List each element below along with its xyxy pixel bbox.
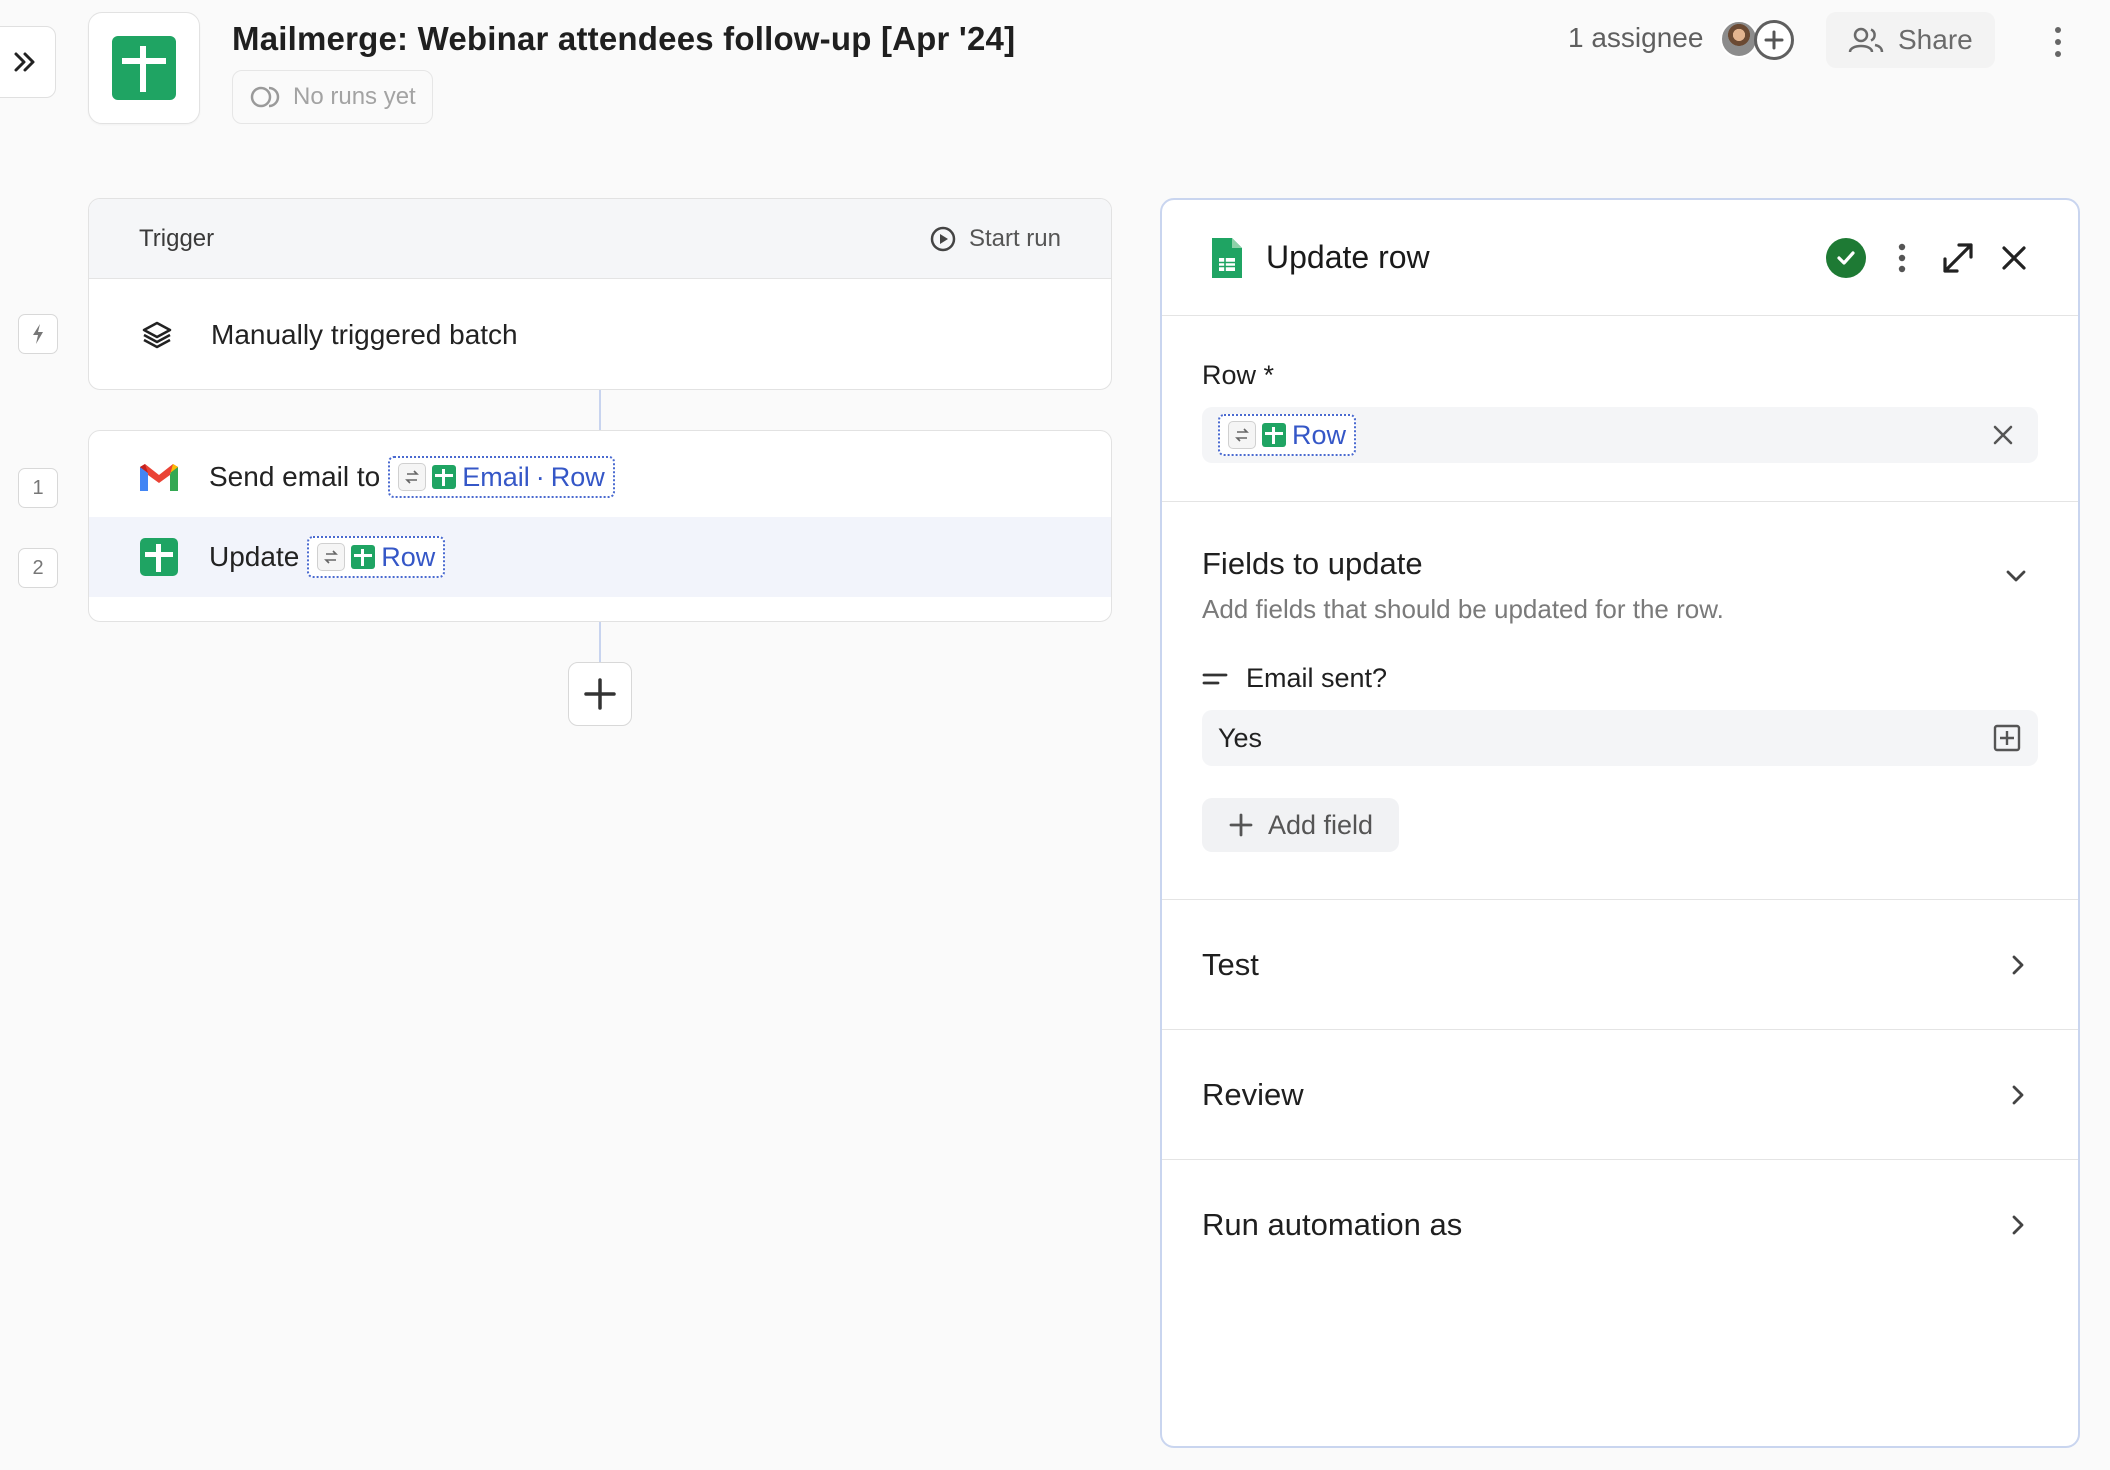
check-circle-icon — [1826, 237, 1866, 278]
test-section[interactable]: Test — [1162, 900, 2078, 1030]
add-field-button[interactable]: Add field — [1202, 798, 1400, 852]
token-source: Row — [550, 461, 605, 492]
fields-section-title: Fields to update — [1202, 546, 1423, 581]
trigger-header: Trigger Start run — [89, 199, 1111, 279]
swap-icon — [1228, 421, 1256, 449]
token-separator: · — [535, 461, 545, 492]
row-field-label: Row * — [1202, 360, 1275, 390]
close-icon — [2002, 245, 2026, 270]
chevron-right-icon — [2012, 955, 2024, 974]
more-icon — [2055, 27, 2061, 33]
step-action-label: Update — [209, 541, 300, 572]
row-token[interactable]: Row — [1218, 414, 1357, 456]
insert-variable-icon[interactable] — [1992, 723, 2022, 753]
panel-title: Update row — [1266, 239, 1430, 275]
more-options-button[interactable] — [2040, 22, 2076, 62]
google-sheets-icon — [1262, 423, 1286, 447]
token-field: Email — [462, 461, 530, 492]
row-token[interactable]: Row — [307, 536, 446, 578]
field-email-sent-input[interactable]: Yes — [1202, 710, 2038, 766]
add-step-button[interactable] — [568, 662, 632, 726]
fields-section-description: Add fields that should be updated for th… — [1202, 594, 1724, 624]
trigger-step-badge — [18, 314, 58, 354]
chevron-right-icon — [2012, 1085, 2024, 1104]
gmail-icon — [137, 455, 181, 499]
avatar[interactable] — [1720, 20, 1758, 58]
step-update-row[interactable]: Update Row — [89, 517, 1111, 597]
email-row-token[interactable]: Email · Row — [388, 456, 615, 498]
add-assignee-button[interactable] — [1754, 20, 1794, 60]
expand-panel-button[interactable] — [1934, 234, 1982, 282]
google-sheets-icon — [137, 535, 181, 579]
text-field-icon — [1202, 673, 1228, 684]
step-valid-status — [1822, 234, 1870, 282]
fields-to-update-section: Fields to update Add fields that should … — [1162, 502, 2078, 900]
close-panel-button[interactable] — [1990, 234, 2038, 282]
expand-icon — [1943, 242, 1973, 273]
more-vertical-icon — [1898, 243, 1906, 272]
field-value: Yes — [1218, 722, 1263, 753]
step-details-panel: Update row Row * Row Fields to update Ad… — [1160, 198, 2080, 1448]
trigger-name: Manually triggered batch — [211, 319, 518, 350]
share-button[interactable]: Share — [1826, 12, 1995, 68]
google-sheets-icon — [112, 36, 176, 100]
panel-header: Update row — [1162, 200, 2078, 316]
share-label: Share — [1898, 24, 1973, 55]
double-chevron-right-icon — [14, 52, 35, 72]
page-title: Mailmerge: Webinar attendees follow-up [… — [232, 20, 1016, 57]
panel-more-button[interactable] — [1878, 234, 1926, 282]
plus-icon — [1229, 813, 1253, 837]
section-title: Test — [1202, 946, 1259, 982]
flow-connector — [599, 622, 601, 664]
run-status-badge: No runs yet — [232, 70, 433, 124]
field-email-sent-label: Email sent? — [1202, 663, 2038, 694]
google-sheets-icon — [432, 465, 457, 489]
step-action-label: Send email to — [209, 461, 381, 492]
trigger-row[interactable]: Manually triggered batch — [89, 279, 1111, 389]
trigger-card: Trigger Start run Manually triggered bat… — [88, 198, 1112, 390]
steps-card: Send email to Email · Row Update Row — [88, 430, 1112, 622]
row-field-input[interactable]: Row — [1202, 407, 2038, 463]
assignee-count[interactable]: 1 assignee — [1568, 22, 1703, 54]
google-sheets-icon — [351, 545, 376, 569]
trigger-label: Trigger — [139, 224, 215, 252]
token-source: Row — [1292, 419, 1347, 450]
chevron-right-icon — [2012, 1215, 2024, 1235]
play-circle-icon — [930, 226, 956, 251]
field-name: Email sent? — [1246, 663, 1388, 693]
review-section[interactable]: Review — [1162, 1030, 2078, 1160]
section-title: Review — [1202, 1076, 1304, 1112]
clear-icon[interactable] — [1992, 424, 2014, 446]
run-automation-as-section[interactable]: Run automation as — [1162, 1160, 2078, 1290]
chevron-down-icon[interactable] — [2004, 568, 2028, 584]
start-run-button[interactable]: Start run — [929, 225, 1061, 253]
toggle-off-icon — [250, 86, 280, 108]
token-source: Row — [381, 541, 436, 572]
lightning-icon — [33, 324, 43, 344]
step-number-badge: 1 — [18, 468, 58, 508]
row-field-section: Row * Row — [1162, 316, 2078, 502]
section-title: Run automation as — [1202, 1207, 1463, 1242]
google-sheets-file-icon — [1212, 237, 1242, 278]
layers-icon — [142, 321, 172, 349]
start-run-label: Start run — [968, 224, 1061, 252]
step-send-email[interactable]: Send email to Email · Row — [89, 437, 1111, 517]
plus-icon — [584, 678, 616, 710]
swap-icon — [317, 543, 346, 571]
expand-sidebar-button[interactable] — [0, 26, 56, 98]
run-status-text: No runs yet — [293, 83, 416, 110]
flow-connector — [599, 390, 601, 430]
step-number-badge: 2 — [18, 548, 58, 588]
add-field-label: Add field — [1268, 809, 1374, 840]
swap-icon — [398, 463, 427, 491]
app-icon-tile — [88, 12, 200, 124]
plus-icon — [1764, 30, 1784, 50]
users-icon — [1848, 27, 1884, 53]
